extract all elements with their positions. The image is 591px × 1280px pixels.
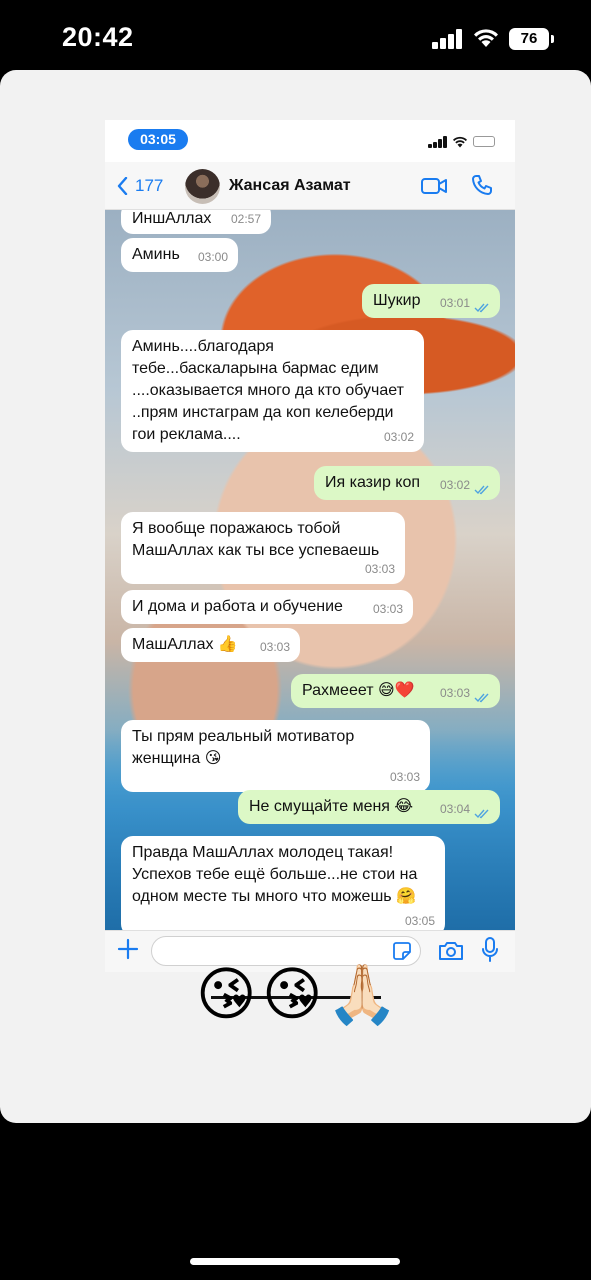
sticker-icon[interactable]: [392, 941, 412, 961]
chat-screenshot: 03:05 177 Жансая Азамат ИншАллах 02:57 А…: [105, 120, 515, 972]
home-indicator[interactable]: [190, 1258, 400, 1265]
message-text: Аминь: [132, 246, 180, 263]
unread-count: 177: [135, 176, 164, 195]
message-text: МашАллах 👍: [132, 636, 238, 653]
message-bubble[interactable]: Шукир 03:01: [362, 284, 500, 318]
message-text: ИншАллах: [132, 210, 212, 227]
battery-icon: 76: [509, 28, 554, 50]
message-bubble[interactable]: Аминь 03:00: [121, 238, 238, 272]
video-call-icon[interactable]: [421, 176, 447, 196]
emoji-sticker-row: 😘 😘 🙏🏻: [196, 960, 406, 1030]
kissing-face-emoji: 😘: [262, 962, 323, 1027]
message-bubble[interactable]: ИншАллах 02:57: [121, 210, 271, 234]
inner-signal-icon: [428, 136, 448, 148]
inner-status-bar: 03:05: [105, 120, 515, 162]
message-text: Ты прям реальный мотиватор женщина 😘: [132, 728, 355, 767]
inner-clock: 03:05: [128, 129, 188, 150]
message-time: 03:04: [439, 802, 470, 816]
message-text: Аминь....благодаря тебе...баскаларына ба…: [132, 338, 404, 443]
message-time: 03:03: [372, 602, 403, 616]
chevron-left-icon: [117, 177, 128, 195]
inner-wifi-icon: [453, 136, 467, 148]
inner-battery-icon: [473, 136, 495, 147]
message-bubble[interactable]: Правда МашАллах молодец такая! Успехов т…: [121, 836, 445, 930]
phone-icon[interactable]: [471, 174, 493, 196]
camera-icon[interactable]: [438, 940, 464, 962]
message-text: Правда МашАллах молодец такая! Успехов т…: [132, 844, 418, 905]
message-bubble[interactable]: Аминь....благодаря тебе...баскаларына ба…: [121, 330, 424, 452]
message-time: 03:03: [389, 770, 420, 784]
message-time: 02:57: [230, 212, 261, 226]
message-time: 03:03: [439, 686, 470, 700]
message-text: Я вообще поражаюсь тобой МашАллах как ты…: [132, 520, 380, 559]
chat-header: 177 Жансая Азамат: [105, 162, 515, 210]
microphone-icon[interactable]: [482, 937, 498, 963]
avatar[interactable]: [185, 169, 220, 204]
wifi-icon: [474, 29, 498, 47]
message-time: 03:02: [439, 478, 470, 492]
outer-status-bar: 20:42 76: [0, 0, 591, 70]
cellular-signal-icon: [432, 29, 464, 49]
contact-name[interactable]: Жансая Азамат: [229, 177, 351, 195]
message-text: И дома и работа и обучение: [132, 598, 343, 615]
message-bubble[interactable]: Ия казир коп 03:02: [314, 466, 500, 500]
message-bubble[interactable]: Не смущайте меня 😂 03:04: [238, 790, 500, 824]
message-bubble[interactable]: Рахмееет 😅❤️ 03:03: [291, 674, 500, 708]
message-time: 03:03: [364, 562, 395, 576]
message-text: Рахмееет 😅❤️: [302, 682, 415, 699]
read-receipt-icon: [474, 485, 489, 495]
message-time: 03:02: [383, 430, 414, 444]
message-bubble[interactable]: МашАллах 👍 03:03: [121, 628, 300, 662]
message-text: Ия казир коп: [325, 474, 421, 491]
read-receipt-icon: [474, 809, 489, 819]
outer-clock: 20:42: [62, 22, 134, 52]
message-bubble[interactable]: И дома и работа и обучение 03:03: [121, 590, 413, 624]
read-receipt-icon: [474, 303, 489, 313]
praying-hands-emoji: 🙏🏻: [326, 962, 399, 1027]
message-time: 03:03: [259, 640, 290, 654]
message-time: 03:00: [197, 250, 228, 264]
message-text: Шукир: [373, 292, 421, 309]
kissing-face-emoji: 😘: [196, 962, 257, 1027]
message-time: 03:01: [439, 296, 470, 310]
back-button[interactable]: 177: [117, 176, 163, 196]
message-time: 03:05: [404, 914, 435, 928]
message-bubble[interactable]: Я вообще поражаюсь тобой МашАллах как ты…: [121, 512, 405, 584]
plus-icon[interactable]: [117, 938, 139, 960]
message-bubble[interactable]: Ты прям реальный мотиватор женщина 😘 03:…: [121, 720, 430, 792]
message-text: Не смущайте меня 😂: [249, 798, 414, 815]
chat-area[interactable]: ИншАллах 02:57 Аминь 03:00 Шукир 03:01 А…: [105, 210, 515, 930]
read-receipt-icon: [474, 693, 489, 703]
